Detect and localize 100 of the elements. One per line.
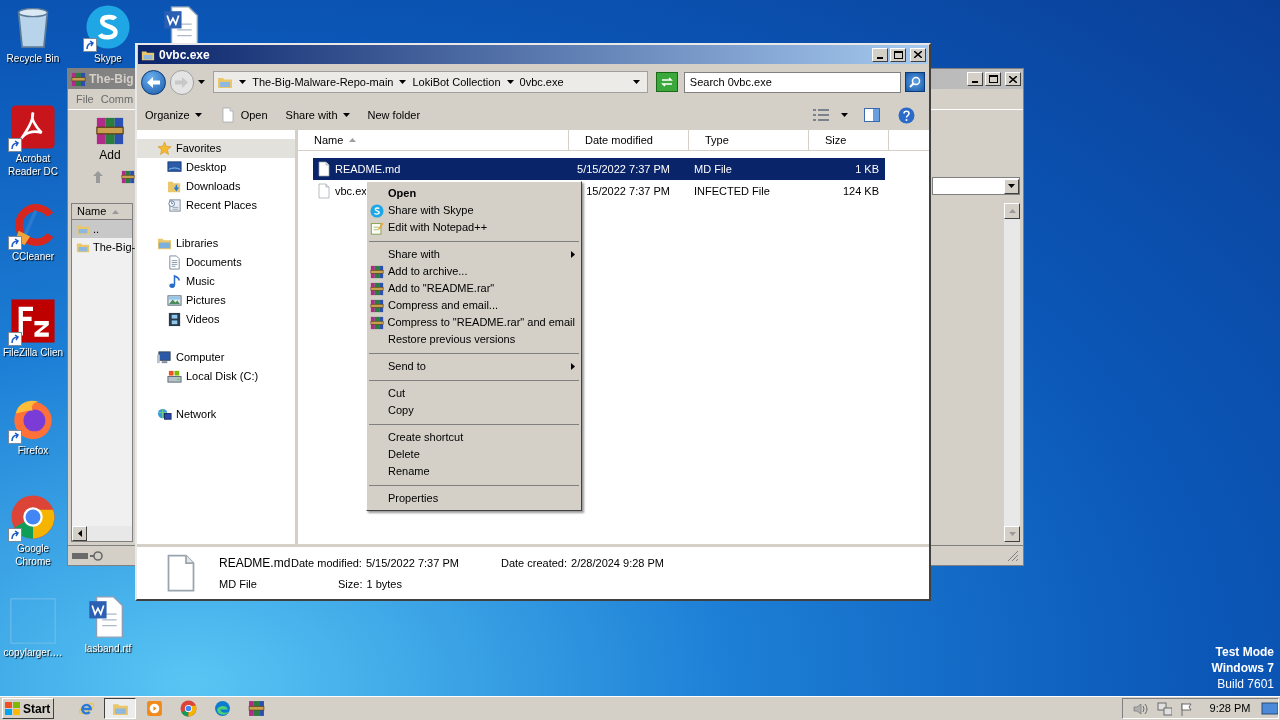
document-icon xyxy=(167,255,182,270)
nav-item[interactable]: Desktop xyxy=(137,158,295,177)
file-name[interactable]: vbc.ex xyxy=(335,182,367,200)
desktop-icon-label[interactable]: Skype xyxy=(94,52,122,65)
minimize-button[interactable] xyxy=(967,72,983,86)
flag-icon[interactable] xyxy=(1180,701,1194,716)
preview-pane-icon[interactable] xyxy=(864,108,880,122)
column-header[interactable]: Name xyxy=(72,204,132,220)
network-icon[interactable] xyxy=(1156,701,1172,716)
menu-item[interactable]: Comm xyxy=(100,90,134,108)
context-menu-item[interactable]: Properties xyxy=(369,490,579,507)
archive-list-row[interactable]: .. xyxy=(72,220,132,238)
archive-books-icon xyxy=(370,298,384,313)
nav-item[interactable]: Music xyxy=(137,272,295,291)
archive-books-icon xyxy=(370,264,384,279)
address-bar[interactable]: The-Big-Malware-Repo-main LokiBot Collection 0vbc.exe xyxy=(213,71,649,93)
maximize-button[interactable] xyxy=(890,47,906,62)
context-menu-item[interactable]: Cut xyxy=(369,385,579,402)
window-title: 0vbc.exe xyxy=(159,46,210,64)
nav-item[interactable]: Downloads xyxy=(137,177,295,196)
context-menu-item[interactable]: Create shortcut xyxy=(369,429,579,446)
caret-icon xyxy=(841,113,848,117)
computer-icon xyxy=(157,350,172,365)
close-button[interactable] xyxy=(910,47,926,62)
minimize-button[interactable] xyxy=(872,47,888,62)
horizontal-scrollbar[interactable] xyxy=(72,526,132,541)
column-header[interactable]: Size xyxy=(809,130,889,150)
caret-icon xyxy=(342,113,350,117)
show-desktop-icon[interactable] xyxy=(1260,701,1278,716)
column-header[interactable]: Name xyxy=(298,130,569,150)
detail-value: 2/28/2024 9:28 PM xyxy=(571,555,664,571)
speaker-icon[interactable] xyxy=(1133,701,1149,716)
sort-arrow-icon xyxy=(112,209,120,214)
file-type: INFECTED File xyxy=(694,184,770,197)
nav-item[interactable]: Libraries xyxy=(137,234,295,253)
context-menu-item[interactable]: Share with Skype xyxy=(369,202,579,219)
context-menu-item[interactable]: Share with xyxy=(369,246,579,263)
breadcrumb-item[interactable]: LokiBot Collection xyxy=(412,73,501,91)
close-button[interactable] xyxy=(1005,72,1021,86)
context-menu-item[interactable]: Send to xyxy=(369,358,579,375)
music-note-icon xyxy=(167,274,182,289)
hard-disk-icon xyxy=(167,369,182,384)
nav-item[interactable]: Recent Places xyxy=(137,196,295,215)
history-caret-icon xyxy=(198,80,206,84)
vertical-scrollbar[interactable] xyxy=(1004,203,1020,542)
context-menu-item[interactable]: Restore previous versions xyxy=(369,331,579,348)
desktop-icon-label[interactable]: Recycle Bin xyxy=(6,52,60,65)
breadcrumb-caret-icon xyxy=(399,80,407,84)
file-name[interactable]: README.md xyxy=(335,160,401,178)
help-icon[interactable] xyxy=(898,106,915,124)
menu-item[interactable]: File xyxy=(76,90,94,108)
context-menu-item[interactable]: Delete xyxy=(369,446,579,463)
path-combo-box[interactable] xyxy=(932,177,1020,195)
nav-item[interactable]: Favorites xyxy=(137,139,295,158)
maximize-button[interactable] xyxy=(985,72,1001,86)
context-menu-item[interactable]: Add to archive... xyxy=(369,263,579,280)
taskbar-app-button[interactable] xyxy=(104,698,136,719)
column-header[interactable]: Type xyxy=(689,130,809,150)
nav-item[interactable]: Documents xyxy=(137,253,295,272)
caret-icon xyxy=(194,113,202,117)
minimize-icon xyxy=(972,81,978,83)
nav-item[interactable]: Videos xyxy=(137,310,295,329)
view-options-button[interactable] xyxy=(813,109,848,121)
add-button[interactable]: Add xyxy=(93,116,127,164)
refresh-icon xyxy=(659,76,674,88)
toolbar-button[interactable]: Share with xyxy=(285,106,350,124)
context-menu-item[interactable]: Compress to "README.rar" and email xyxy=(369,314,579,331)
search-field[interactable]: Search 0vbc.exe xyxy=(683,71,902,93)
context-menu-item[interactable]: Open xyxy=(369,185,579,202)
edge-icon xyxy=(213,700,231,717)
toolbar-button[interactable]: Open xyxy=(219,106,268,124)
refresh-button[interactable] xyxy=(656,72,678,92)
start-button[interactable]: Start xyxy=(2,698,54,719)
detail-file-type: MD File xyxy=(219,576,258,592)
forward-arrow-icon xyxy=(175,76,189,88)
context-menu-item[interactable]: Rename xyxy=(369,463,579,480)
breadcrumb-item[interactable]: 0vbc.exe xyxy=(519,73,564,91)
toolbar-button[interactable]: Organize xyxy=(145,106,202,124)
context-menu-item[interactable]: Add to "README.rar" xyxy=(369,280,579,297)
windows-logo-icon xyxy=(5,701,21,716)
breadcrumb-item[interactable]: The-Big-Malware-Repo-main xyxy=(252,73,394,91)
detail-label: Date created: xyxy=(501,555,568,571)
close-icon xyxy=(914,51,922,58)
context-menu-item[interactable]: Edit with Notepad++ xyxy=(369,219,579,236)
column-header[interactable]: Date modified xyxy=(569,130,689,150)
toolbar-button[interactable]: New folder xyxy=(367,106,421,124)
desktop-icon-label[interactable]: Acrobat Reader DC xyxy=(0,152,66,178)
desktop-icon-label[interactable]: FileZilla Clien xyxy=(3,346,63,359)
desktop-icon-label[interactable]: CCleaner xyxy=(11,250,55,263)
picture-frame-icon xyxy=(167,293,182,308)
nav-item[interactable]: Computer xyxy=(137,348,295,367)
context-menu-item[interactable]: Compress and email... xyxy=(369,297,579,314)
search-button[interactable] xyxy=(905,72,925,92)
context-menu-item[interactable]: Copy xyxy=(369,402,579,419)
chrome-icon xyxy=(10,494,56,540)
clock[interactable]: 9:28 PM xyxy=(1209,700,1251,717)
nav-item[interactable]: Network xyxy=(137,405,295,424)
nav-item[interactable]: Pictures xyxy=(137,291,295,310)
back-button[interactable] xyxy=(141,69,166,95)
nav-item[interactable]: Local Disk (C:) xyxy=(137,367,295,386)
